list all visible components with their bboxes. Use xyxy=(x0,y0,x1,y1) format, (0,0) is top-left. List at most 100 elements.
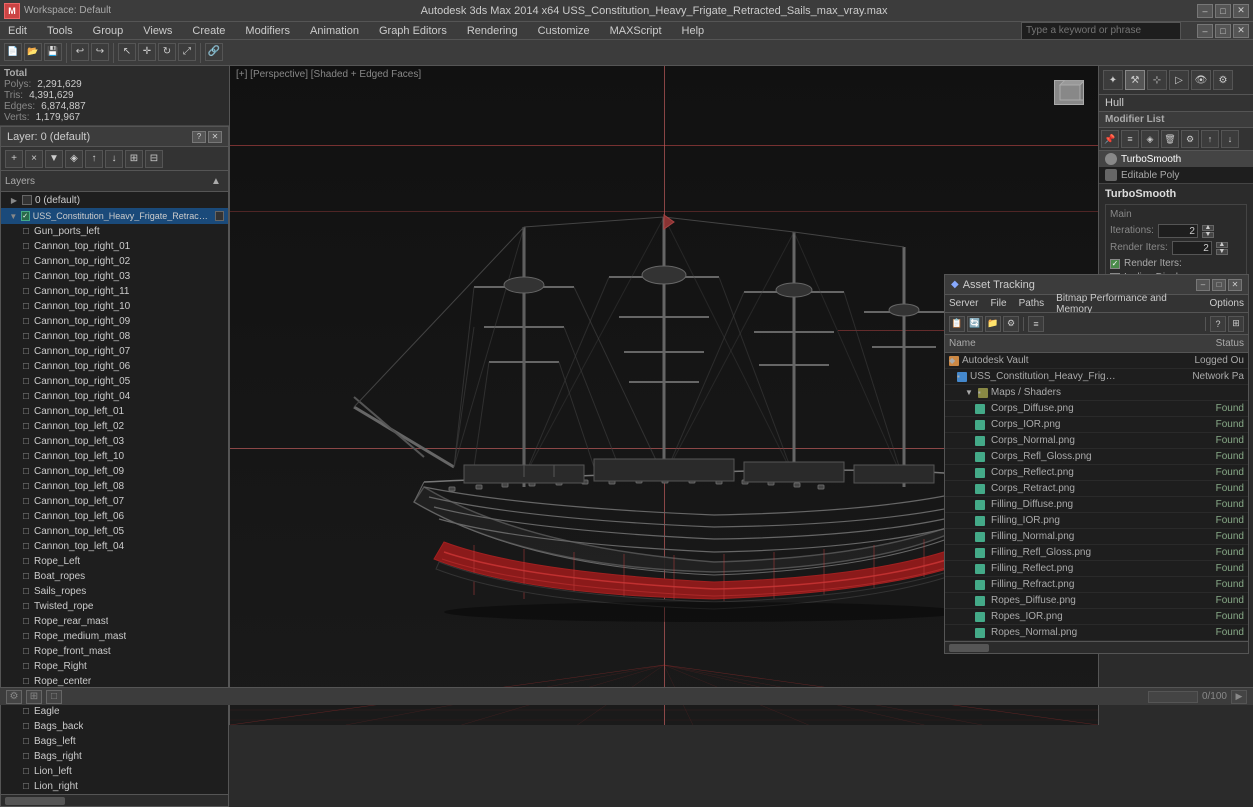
modifier-editable-poly[interactable]: Editable Poly xyxy=(1099,167,1253,183)
mod-down-btn[interactable]: ↓ xyxy=(1221,130,1239,148)
hierarchy-tab[interactable]: ⊹ xyxy=(1147,70,1167,90)
layer-sub-lion-left[interactable]: ☐ Lion_left xyxy=(1,764,228,779)
asset-scrollbar-h[interactable] xyxy=(945,641,1248,653)
layer-sub-sails-ropes[interactable]: ☐ Sails_ropes xyxy=(1,584,228,599)
layer-sub-twisted-rope[interactable]: ☐ Twisted_rope xyxy=(1,599,228,614)
layer-sub-rope-left[interactable]: ☐ Rope_Left xyxy=(1,554,228,569)
layer-sub-cannon-tl07[interactable]: ☐ Cannon_top_left_07 xyxy=(1,494,228,509)
layer-tool-new[interactable]: + xyxy=(5,150,23,168)
menu-item-rendering[interactable]: Rendering xyxy=(463,25,522,37)
asset-row-filling-normal[interactable]: Filling_Normal.png Found xyxy=(945,529,1248,545)
search-input[interactable] xyxy=(1021,22,1181,40)
layer-sub-bags-left[interactable]: ☐ Bags_left xyxy=(1,734,228,749)
menu-item-tools[interactable]: Tools xyxy=(43,25,77,37)
layer-sub-rope-front[interactable]: ☐ Rope_front_mast xyxy=(1,644,228,659)
asset-row-maps-folder[interactable]: ▼ ▪ Maps / Shaders xyxy=(945,385,1248,401)
ts-iter-up[interactable]: ▲ xyxy=(1202,225,1214,231)
asset-row-corps-diffuse[interactable]: Corps_Diffuse.png Found xyxy=(945,401,1248,417)
asset-row-corps-ior[interactable]: Corps_IOR.png Found xyxy=(945,417,1248,433)
mod-pin-btn[interactable]: 📌 xyxy=(1101,130,1119,148)
mod-remove-btn[interactable]: 🗑 xyxy=(1161,130,1179,148)
asset-tool-5[interactable]: ≡ xyxy=(1028,316,1044,332)
layer-sub-rope-right[interactable]: ☐ Rope_Right xyxy=(1,659,228,674)
toolbar-open-btn[interactable]: 📂 xyxy=(24,43,42,61)
menu-item-create[interactable]: Create xyxy=(188,25,229,37)
toolbar-link-btn[interactable]: 🔗 xyxy=(205,43,223,61)
layer-sub-cannon-tr08[interactable]: ☐ Cannon_top_right_08 xyxy=(1,329,228,344)
ts-iterations-input[interactable] xyxy=(1158,224,1198,238)
layer-sub-boat-ropes[interactable]: ☐ Boat_ropes xyxy=(1,569,228,584)
menu-item-animation[interactable]: Animation xyxy=(306,25,363,37)
toolbar-redo-btn[interactable]: ↪ xyxy=(91,43,109,61)
menu-item-graph-editors[interactable]: Graph Editors xyxy=(375,25,451,37)
asset-row-ropes-diffuse[interactable]: Ropes_Diffuse.png Found xyxy=(945,593,1248,609)
layer-sub-cannon-tr04[interactable]: ☐ Cannon_top_right_04 xyxy=(1,389,228,404)
asset-row-corps-retract[interactable]: Corps_Retract.png Found xyxy=(945,481,1248,497)
toolbar-rotate-btn[interactable]: ↻ xyxy=(158,43,176,61)
asset-row-filling-reflect[interactable]: Filling_Reflect.png Found xyxy=(945,561,1248,577)
layer-sub-cannon-tl10[interactable]: ☐ Cannon_top_left_10 xyxy=(1,449,228,464)
layer-dialog-help-btn[interactable]: ? xyxy=(192,131,206,143)
asset-minimize-btn[interactable]: – xyxy=(1196,279,1210,291)
ts-render-down[interactable]: ▼ xyxy=(1216,249,1228,255)
asset-row-filling-refract[interactable]: Filling_Refract.png Found xyxy=(945,577,1248,593)
layer-sub-cannon-tr03[interactable]: ☐ Cannon_top_right_03 xyxy=(1,269,228,284)
asset-row-filling-diffuse[interactable]: Filling_Diffuse.png Found xyxy=(945,497,1248,513)
mod-stack-btn[interactable]: ≡ xyxy=(1121,130,1139,148)
layer-tool-select[interactable]: ◈ xyxy=(65,150,83,168)
asset-menu-file[interactable]: File xyxy=(990,298,1006,309)
close-button[interactable]: ✕ xyxy=(1233,4,1249,18)
layer-sub-rope-medium[interactable]: ☐ Rope_medium_mast xyxy=(1,629,228,644)
asset-row-ropes-normal[interactable]: Ropes_Normal.png Found xyxy=(945,625,1248,641)
asset-list[interactable]: ◆ Autodesk Vault Logged Ou ▪ USS_Constit… xyxy=(945,353,1248,641)
toolbar-new-btn[interactable]: 📄 xyxy=(4,43,22,61)
layer-sub-rope-rear[interactable]: ☐ Rope_rear_mast xyxy=(1,614,228,629)
asset-tool-2[interactable]: 🔄 xyxy=(967,316,983,332)
toolbar-minimize-button[interactable]: – xyxy=(1197,24,1213,38)
asset-tool-4[interactable]: ⚙ xyxy=(1003,316,1019,332)
layer-scroll-up[interactable]: ▲ xyxy=(208,173,224,189)
layer-sub-cannon-tr09[interactable]: ☐ Cannon_top_right_09 xyxy=(1,314,228,329)
asset-row-filling-ior[interactable]: Filling_IOR.png Found xyxy=(945,513,1248,529)
layer-sub-cannon-tl09[interactable]: ☐ Cannon_top_left_09 xyxy=(1,464,228,479)
asset-menu-server[interactable]: Server xyxy=(949,298,978,309)
layer-sub-bags-back[interactable]: ☐ Bags_back xyxy=(1,719,228,734)
ts-render-iters-checkbox[interactable]: ✓ xyxy=(1110,259,1120,269)
layer-tool-expand[interactable]: ⊞ xyxy=(125,150,143,168)
asset-row-corps-refl-gloss[interactable]: Corps_Refl_Gloss.png Found xyxy=(945,449,1248,465)
toolbar-undo-btn[interactable]: ↩ xyxy=(71,43,89,61)
toolbar-close-button[interactable]: ✕ xyxy=(1233,24,1249,38)
asset-tool-1[interactable]: 📋 xyxy=(949,316,965,332)
layer-tool-up[interactable]: ↑ xyxy=(85,150,103,168)
toolbar-scale-btn[interactable]: ⤢ xyxy=(178,43,196,61)
asset-menu-paths[interactable]: Paths xyxy=(1019,298,1045,309)
time-slider[interactable] xyxy=(1148,691,1198,703)
asset-expand-btn[interactable]: ⊞ xyxy=(1228,316,1244,332)
layer-tool-down[interactable]: ↓ xyxy=(105,150,123,168)
create-tab[interactable]: ✦ xyxy=(1103,70,1123,90)
layer-sub-cannon-tl03[interactable]: ☐ Cannon_top_left_03 xyxy=(1,434,228,449)
asset-help-btn[interactable]: ? xyxy=(1210,316,1226,332)
asset-row-vault[interactable]: ◆ Autodesk Vault Logged Ou xyxy=(945,353,1248,369)
toolbar-select-btn[interactable]: ↖ xyxy=(118,43,136,61)
motion-tab[interactable]: ▷ xyxy=(1169,70,1189,90)
layer-sub-cannon-tr11[interactable]: ☐ Cannon_top_right_11 xyxy=(1,284,228,299)
menu-item-help[interactable]: Help xyxy=(678,25,709,37)
asset-row-corps-normal[interactable]: Corps_Normal.png Found xyxy=(945,433,1248,449)
asset-row-ropes-ior[interactable]: Ropes_IOR.png Found xyxy=(945,609,1248,625)
toolbar-save-btn[interactable]: 💾 xyxy=(44,43,62,61)
ts-render-input[interactable] xyxy=(1172,241,1212,255)
layer-item-uss[interactable]: ▼ ✓ USS_Constitution_Heavy_Frigate_Retra… xyxy=(1,208,228,224)
layer-sub-cannon-tl04[interactable]: ☐ Cannon_top_left_04 xyxy=(1,539,228,554)
layer-tool-delete[interactable]: × xyxy=(25,150,43,168)
layer-sub-cannon-tl01[interactable]: ☐ Cannon_top_left_01 xyxy=(1,404,228,419)
play-button[interactable]: ▶ xyxy=(1231,690,1247,704)
asset-menu-bitmap[interactable]: Bitmap Performance and Memory xyxy=(1056,293,1197,315)
layer-sub-bags-right[interactable]: ☐ Bags_right xyxy=(1,749,228,764)
layer-item-default[interactable]: ▶ 0 (default) xyxy=(1,192,228,208)
layer-sub-cannon-tl06[interactable]: ☐ Cannon_top_left_06 xyxy=(1,509,228,524)
layer-sub-cannon-tl05[interactable]: ☐ Cannon_top_left_05 xyxy=(1,524,228,539)
layer-sub-cannon-tr07[interactable]: ☐ Cannon_top_right_07 xyxy=(1,344,228,359)
layer-sub-lion-right[interactable]: ☐ Lion_right xyxy=(1,779,228,794)
asset-restore-btn[interactable]: □ xyxy=(1212,279,1226,291)
